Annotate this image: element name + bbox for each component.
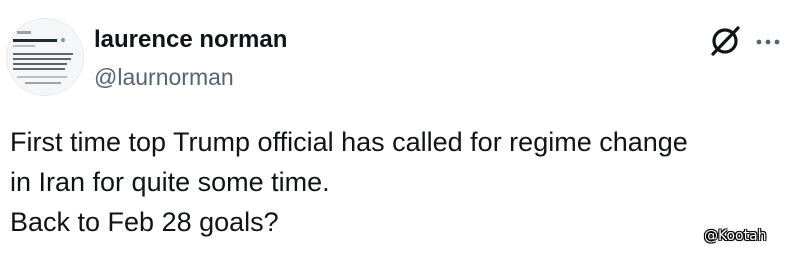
user-handle[interactable]: @laurnorman [94, 64, 234, 91]
tweet-text: First time top Trump official has called… [10, 122, 790, 242]
grok-icon[interactable] [708, 24, 742, 58]
more-icon[interactable] [754, 28, 782, 56]
avatar-thumbnail-image [7, 19, 83, 95]
display-name[interactable]: laurence norman [94, 26, 287, 54]
watermark: @Kootah [704, 228, 767, 244]
avatar[interactable] [6, 18, 84, 96]
tweet-text-line: Back to Feb 28 goals? [10, 207, 279, 237]
tweet-text-line: in Iran for quite some time. [10, 167, 330, 197]
tweet-text-line: First time top Trump official has called… [10, 127, 688, 157]
